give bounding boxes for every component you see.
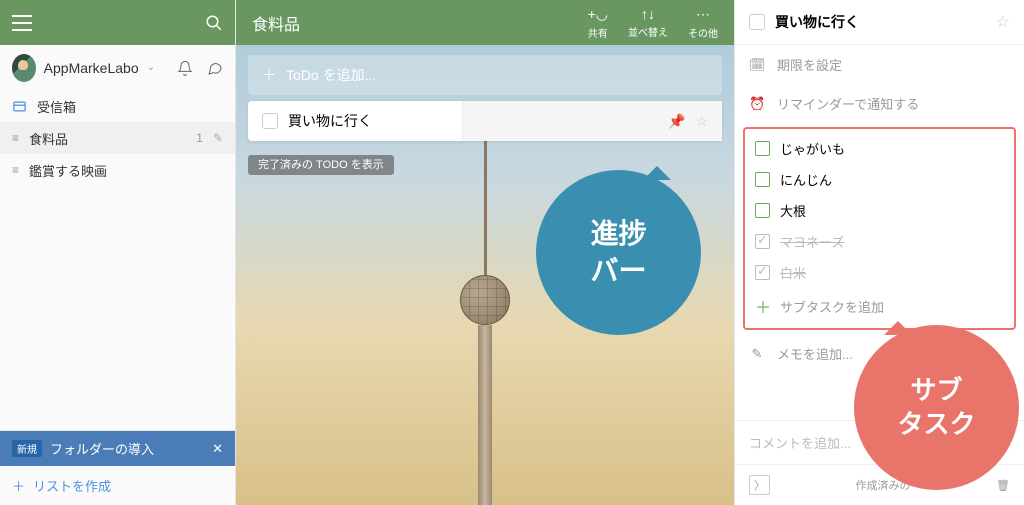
nav-label: 受信箱 xyxy=(37,97,76,116)
subtask-text: にんじん xyxy=(780,170,832,189)
sidebar-header xyxy=(0,0,235,45)
annotation-progress: 進捗 バー xyxy=(536,170,701,335)
add-todo-placeholder: ToDo を追加... xyxy=(286,65,376,85)
user-row[interactable]: AppMarkeLabo ⌄ xyxy=(0,45,235,90)
toolbar-label: 並べ替え xyxy=(628,24,668,39)
bell-icon[interactable] xyxy=(177,60,193,76)
completed-label: 完了済みの TODO を表示 xyxy=(248,155,394,175)
alarm-icon: ⏰ xyxy=(749,96,765,112)
subtask-checkbox[interactable] xyxy=(755,141,770,156)
toolbar-label: その他 xyxy=(688,25,718,40)
detail-header: 買い物に行く ☆ xyxy=(735,0,1024,45)
plus-icon: ＋ xyxy=(755,294,770,318)
pencil-icon: ✎ xyxy=(749,346,765,362)
menu-icon[interactable] xyxy=(12,15,32,31)
subtask-text: 白米 xyxy=(780,263,806,282)
subtask-item[interactable]: マヨネーズ xyxy=(745,226,1014,257)
trash-icon[interactable]: 🗑 xyxy=(996,479,1010,492)
page-title: 食料品 xyxy=(252,11,588,35)
due-date-row[interactable]: 🗓 期限を設定 xyxy=(735,45,1024,84)
annotation-subtask: サブ タスク xyxy=(854,325,1019,490)
subtask-checkbox[interactable] xyxy=(755,234,770,249)
edit-icon[interactable]: ✎ xyxy=(213,131,223,145)
sidebar-item-movies[interactable]: ≡ 鑑賞する映画 xyxy=(0,154,235,186)
item-count: 1 xyxy=(196,131,203,145)
sidebar-item-groceries[interactable]: ≡ 食料品 1 ✎ xyxy=(0,122,235,154)
star-icon[interactable]: ☆ xyxy=(695,113,708,130)
chevron-down-icon[interactable]: ⌄ xyxy=(147,62,155,73)
add-subtask-label: サブタスクを追加 xyxy=(780,297,884,316)
close-icon[interactable]: ✕ xyxy=(212,441,223,457)
detail-panel: 買い物に行く ☆ 🗓 期限を設定 ⏰ リマインダーで通知する じゃがいも にんじ… xyxy=(734,0,1024,505)
subtask-checkbox[interactable] xyxy=(755,172,770,187)
subtask-text: マヨネーズ xyxy=(780,232,844,251)
sort-icon: ↑↓ xyxy=(641,6,655,22)
subtask-item[interactable]: じゃがいも xyxy=(745,133,1014,164)
collapse-icon[interactable]: 〉 xyxy=(749,475,770,495)
detail-title: 買い物に行く xyxy=(775,12,986,32)
nav-label: 鑑賞する映画 xyxy=(29,161,107,180)
main-header: 食料品 +◡ 共有 ↑↓ 並べ替え ⋯ その他 xyxy=(236,0,734,45)
list-icon: ≡ xyxy=(12,131,19,145)
sidebar: AppMarkeLabo ⌄ 受信箱 ≡ 食料品 1 ✎ ≡ 鑑賞する映画 新規 xyxy=(0,0,236,505)
plus-icon: ＋ xyxy=(12,476,25,495)
detail-checkbox[interactable] xyxy=(749,14,765,30)
avatar xyxy=(12,54,36,82)
calendar-icon: 🗓 xyxy=(749,57,765,73)
subtask-text: 大根 xyxy=(780,201,806,220)
toolbar-label: 共有 xyxy=(588,25,608,40)
reminder-label: リマインダーで通知する xyxy=(777,94,919,113)
share-button[interactable]: +◡ 共有 xyxy=(588,6,608,40)
more-icon: ⋯ xyxy=(696,6,710,23)
chat-icon[interactable] xyxy=(207,60,223,76)
background-image xyxy=(460,135,510,505)
create-list-button[interactable]: ＋ リストを作成 xyxy=(0,466,235,505)
sidebar-footer: 新規 フォルダーの導入 ✕ ＋ リストを作成 xyxy=(0,430,235,505)
note-label: メモを追加... xyxy=(777,344,853,363)
list-icon: ≡ xyxy=(12,163,19,177)
sidebar-item-inbox[interactable]: 受信箱 xyxy=(0,90,235,122)
nav-list: 受信箱 ≡ 食料品 1 ✎ ≡ 鑑賞する映画 xyxy=(0,90,235,430)
username: AppMarkeLabo xyxy=(44,60,139,76)
due-label: 期限を設定 xyxy=(777,55,842,74)
new-badge: 新規 xyxy=(12,440,42,457)
search-icon[interactable] xyxy=(205,14,223,32)
more-button[interactable]: ⋯ その他 xyxy=(688,6,718,40)
share-icon: +◡ xyxy=(588,6,608,23)
folder-banner-text: フォルダーの導入 xyxy=(50,439,154,458)
create-list-label: リストを作成 xyxy=(33,476,111,495)
sort-button[interactable]: ↑↓ 並べ替え xyxy=(628,6,668,40)
nav-label: 食料品 xyxy=(29,129,68,148)
add-subtask-row[interactable]: ＋ サブタスクを追加 xyxy=(745,288,1014,324)
subtask-item[interactable]: 白米 xyxy=(745,257,1014,288)
subtask-item[interactable]: にんじん xyxy=(745,164,1014,195)
comment-placeholder: コメントを追加... xyxy=(749,436,851,451)
todo-checkbox[interactable] xyxy=(262,113,278,129)
star-icon[interactable]: ☆ xyxy=(996,12,1010,32)
subtask-checkbox[interactable] xyxy=(755,265,770,280)
todo-item[interactable]: 買い物に行く 📌 ☆ xyxy=(248,101,722,141)
subtask-item[interactable]: 大根 xyxy=(745,195,1014,226)
toolbar: +◡ 共有 ↑↓ 並べ替え ⋯ その他 xyxy=(588,6,718,40)
main-panel: 食料品 +◡ 共有 ↑↓ 並べ替え ⋯ その他 ＋ ToDo を追加... 買い… xyxy=(236,0,734,505)
add-todo-input[interactable]: ＋ ToDo を追加... xyxy=(248,55,722,95)
folder-banner[interactable]: 新規 フォルダーの導入 ✕ xyxy=(0,431,235,466)
reminder-row[interactable]: ⏰ リマインダーで通知する xyxy=(735,84,1024,123)
plus-icon: ＋ xyxy=(262,65,276,85)
subtask-text: じゃがいも xyxy=(780,139,845,158)
pin-icon[interactable]: 📌 xyxy=(668,113,685,130)
subtasks-box: じゃがいも にんじん 大根 マヨネーズ 白米 ＋ サブタスクを追加 xyxy=(743,127,1016,330)
subtask-checkbox[interactable] xyxy=(755,203,770,218)
inbox-icon xyxy=(12,99,27,114)
